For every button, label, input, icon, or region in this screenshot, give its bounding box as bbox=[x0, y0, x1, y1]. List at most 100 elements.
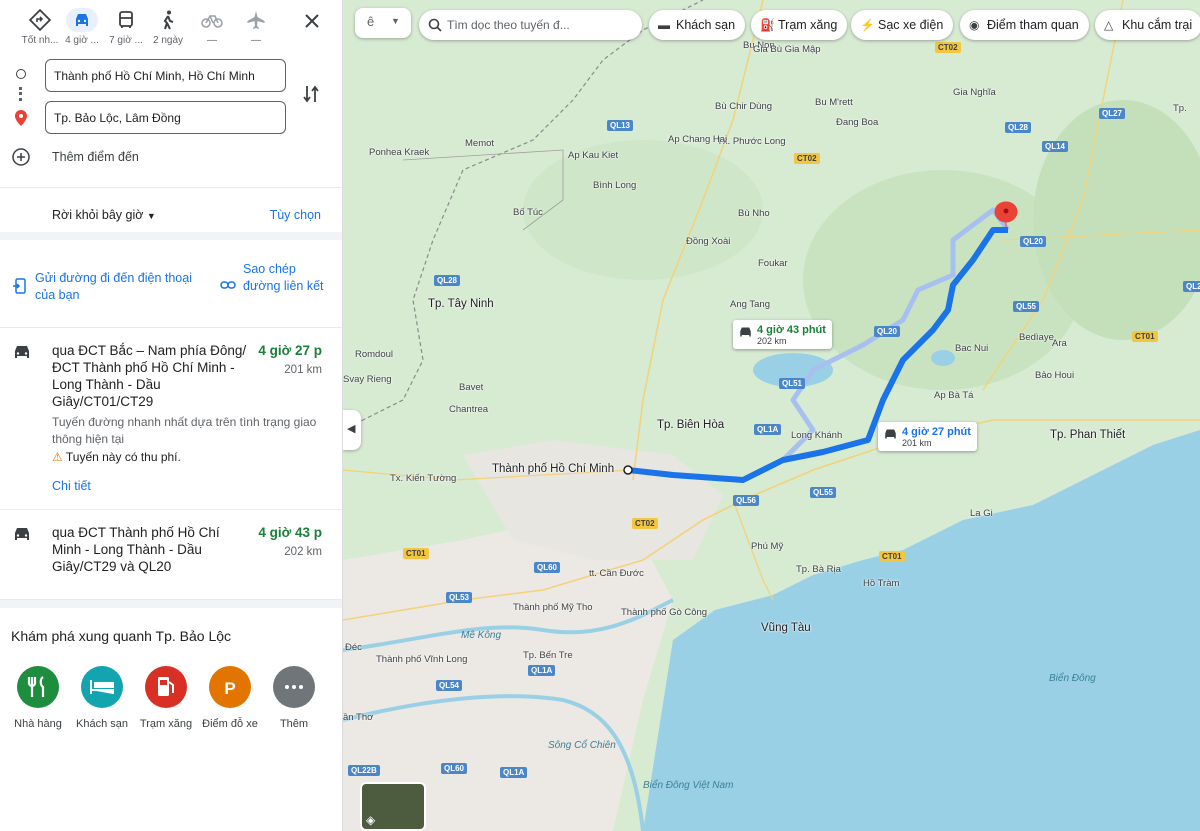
road-shield: QL20 bbox=[874, 326, 901, 337]
transit-mode[interactable]: 7 giờ ... bbox=[106, 8, 146, 50]
search-along-route[interactable]: Tìm dọc theo tuyến đ... bbox=[419, 10, 642, 40]
map-place-label: La Gi bbox=[970, 508, 993, 519]
map-place-label: Bedìaye bbox=[1019, 332, 1054, 343]
map-place-label: Tp. Bà Rịa bbox=[796, 564, 841, 575]
map-place-label: Bu M'rett bbox=[815, 97, 853, 108]
map-place-label: Ap Kau Kiet bbox=[568, 150, 619, 161]
travel-mode-bar: Tốt nh... 4 giờ ... 7 giờ ... 2 ngày — — bbox=[0, 0, 342, 52]
explore-gas-pump-button[interactable]: Trạm xăng bbox=[134, 666, 198, 730]
map-place-label: Bảo Houi bbox=[1035, 370, 1075, 381]
chip-label: Khách sạn bbox=[676, 18, 736, 32]
route-option-1[interactable]: qua ĐCT Bắc – Nam phía Đông/ĐCT Thành ph… bbox=[0, 328, 342, 510]
mode-label: Tốt nh... bbox=[21, 35, 59, 46]
send-to-phone-link[interactable]: Gửi đường đi đến điện thoại của bạn bbox=[35, 270, 205, 304]
explore-fork-knife-button[interactable]: Nhà hàng bbox=[6, 666, 70, 730]
explore-parking-button[interactable]: P Điểm đỗ xe bbox=[198, 666, 262, 730]
map-place-label: Tx. Kiến Tường bbox=[390, 473, 457, 484]
road-shield: QL51 bbox=[779, 378, 806, 389]
close-icon[interactable] bbox=[300, 9, 324, 33]
road-shield: QL53 bbox=[446, 592, 473, 603]
toll-warning-text: Tuyến này có thu phí. bbox=[65, 450, 181, 464]
map-place-label: Tp. Bến Tre bbox=[523, 650, 573, 661]
map-place-label: tt. Cần Đước bbox=[589, 568, 644, 579]
fork-knife-icon bbox=[27, 676, 45, 697]
car-icon bbox=[15, 346, 29, 358]
map-place-label: Gia Bù Gia Mập bbox=[753, 44, 821, 55]
depart-now-dropdown[interactable]: Rời khỏi bây giờ ▼ bbox=[52, 208, 156, 222]
map-place-label: Tp. Biên Hòa bbox=[657, 419, 725, 431]
chip-label: Trạm xăng bbox=[778, 18, 838, 32]
walk-mode[interactable]: 2 ngày bbox=[148, 8, 188, 50]
chip-bed[interactable]: ▬ Khách sạn bbox=[649, 10, 746, 40]
flight-mode[interactable]: — bbox=[236, 8, 276, 50]
route-option-2[interactable]: qua ĐCT Thành phố Hồ Chí Minh - Long Thà… bbox=[0, 510, 342, 600]
route-distance: 202 km bbox=[284, 546, 322, 558]
map-place-label: Memot bbox=[465, 138, 495, 149]
gas-pump-icon: ⛽ bbox=[760, 18, 775, 32]
chip-ev-charger[interactable]: ⚡ Sạc xe điện bbox=[851, 10, 954, 40]
route-callout-main[interactable]: 4 giờ 27 phút 201 km bbox=[878, 422, 977, 451]
bed-icon bbox=[90, 680, 114, 694]
chip-gas-pump[interactable]: ⛽ Trạm xăng bbox=[751, 10, 848, 40]
bike-mode[interactable]: — bbox=[192, 8, 232, 50]
callout-time: 4 giờ 27 phút bbox=[902, 426, 971, 438]
route-description: Tuyến đường nhanh nhất dựa trên tình trạ… bbox=[52, 415, 317, 446]
chip-tent[interactable]: △ Khu cắm trại bbox=[1095, 10, 1200, 40]
copy-link[interactable]: Sao chép đường liên kết bbox=[243, 261, 333, 295]
svg-text:P: P bbox=[224, 679, 235, 698]
map-place-label: Thành phố Mỹ Tho bbox=[513, 602, 593, 613]
chip-label: Khu cắm trại bbox=[1122, 18, 1193, 32]
car-mode[interactable]: 4 giờ ... bbox=[62, 8, 102, 50]
road-shield: CT01 bbox=[403, 548, 429, 559]
map-place-label: Ap Bà Tá bbox=[934, 390, 974, 401]
car-icon bbox=[66, 8, 98, 32]
details-link[interactable]: Chi tiết bbox=[52, 479, 91, 493]
road-shield: QL1A bbox=[528, 665, 556, 676]
best-mode[interactable]: Tốt nh... bbox=[20, 8, 60, 50]
directions-panel: Tốt nh... 4 giờ ... 7 giờ ... 2 ngày — — Thêm… bbox=[0, 0, 343, 831]
add-stop-icon[interactable] bbox=[12, 148, 30, 166]
layer-toggle[interactable]: ê ▼ bbox=[355, 8, 411, 38]
map-place-label: Bình Long bbox=[593, 180, 637, 191]
road-shield: QL55 bbox=[810, 487, 837, 498]
explore-bed-button[interactable]: Khách sạn bbox=[70, 666, 134, 730]
callout-distance: 202 km bbox=[757, 336, 787, 346]
caret-down-icon: ▼ bbox=[146, 211, 156, 221]
explore-more-button[interactable]: Thêm bbox=[262, 666, 326, 730]
caret-down-icon: ▼ bbox=[391, 16, 400, 26]
map-place-label: Biển Đông Việt Nam bbox=[643, 780, 734, 791]
options-link[interactable]: Tùy chọn bbox=[270, 208, 321, 222]
map-place-label: Đéc bbox=[345, 642, 362, 653]
explore-heading: Khám phá xung quanh Tp. Bảo Lộc bbox=[11, 628, 232, 644]
gas-pump-icon bbox=[158, 677, 174, 696]
route-distance: 201 km bbox=[284, 364, 322, 376]
road-shield: QL1A bbox=[500, 767, 528, 778]
route-callout-alt[interactable]: 4 giờ 43 phút 202 km bbox=[733, 320, 832, 349]
road-shield: QL60 bbox=[441, 763, 468, 774]
destination-input[interactable] bbox=[45, 101, 286, 134]
mode-label: — bbox=[251, 35, 261, 46]
map-place-label: Bavet bbox=[459, 382, 484, 393]
collapse-panel-button[interactable]: ◀ bbox=[343, 410, 361, 450]
diamond-turn-icon bbox=[28, 8, 52, 32]
warning-icon: ⚠ bbox=[52, 450, 63, 464]
chip-camera[interactable]: ◉ Điểm tham quan bbox=[960, 10, 1089, 40]
map-view[interactable]: Tp. Tây Ninh Tp. Biên Hòa Thành phố Hồ Chí… bbox=[343, 0, 1200, 831]
road-shield: CT01 bbox=[1132, 331, 1158, 342]
car-icon bbox=[885, 429, 896, 439]
more-icon bbox=[285, 685, 303, 689]
map-place-label: Foukar bbox=[758, 258, 788, 269]
road-shield: QL28 bbox=[434, 275, 461, 286]
origin-input[interactable] bbox=[45, 59, 286, 92]
satellite-layer-thumbnail[interactable]: ◈ bbox=[360, 782, 426, 831]
route-duration: 4 giờ 27 p bbox=[258, 343, 322, 358]
road-shield: QL22B bbox=[348, 765, 380, 776]
road-shield: QL1A bbox=[754, 424, 782, 435]
map-canvas bbox=[343, 0, 1200, 831]
bus-icon bbox=[119, 11, 133, 28]
swap-icon[interactable] bbox=[302, 84, 320, 104]
add-stop-label[interactable]: Thêm điểm đến bbox=[52, 150, 139, 164]
road-shield: CT01 bbox=[879, 551, 905, 562]
link-icon bbox=[220, 281, 236, 289]
map-place-label: Phú Mỹ bbox=[751, 541, 784, 552]
